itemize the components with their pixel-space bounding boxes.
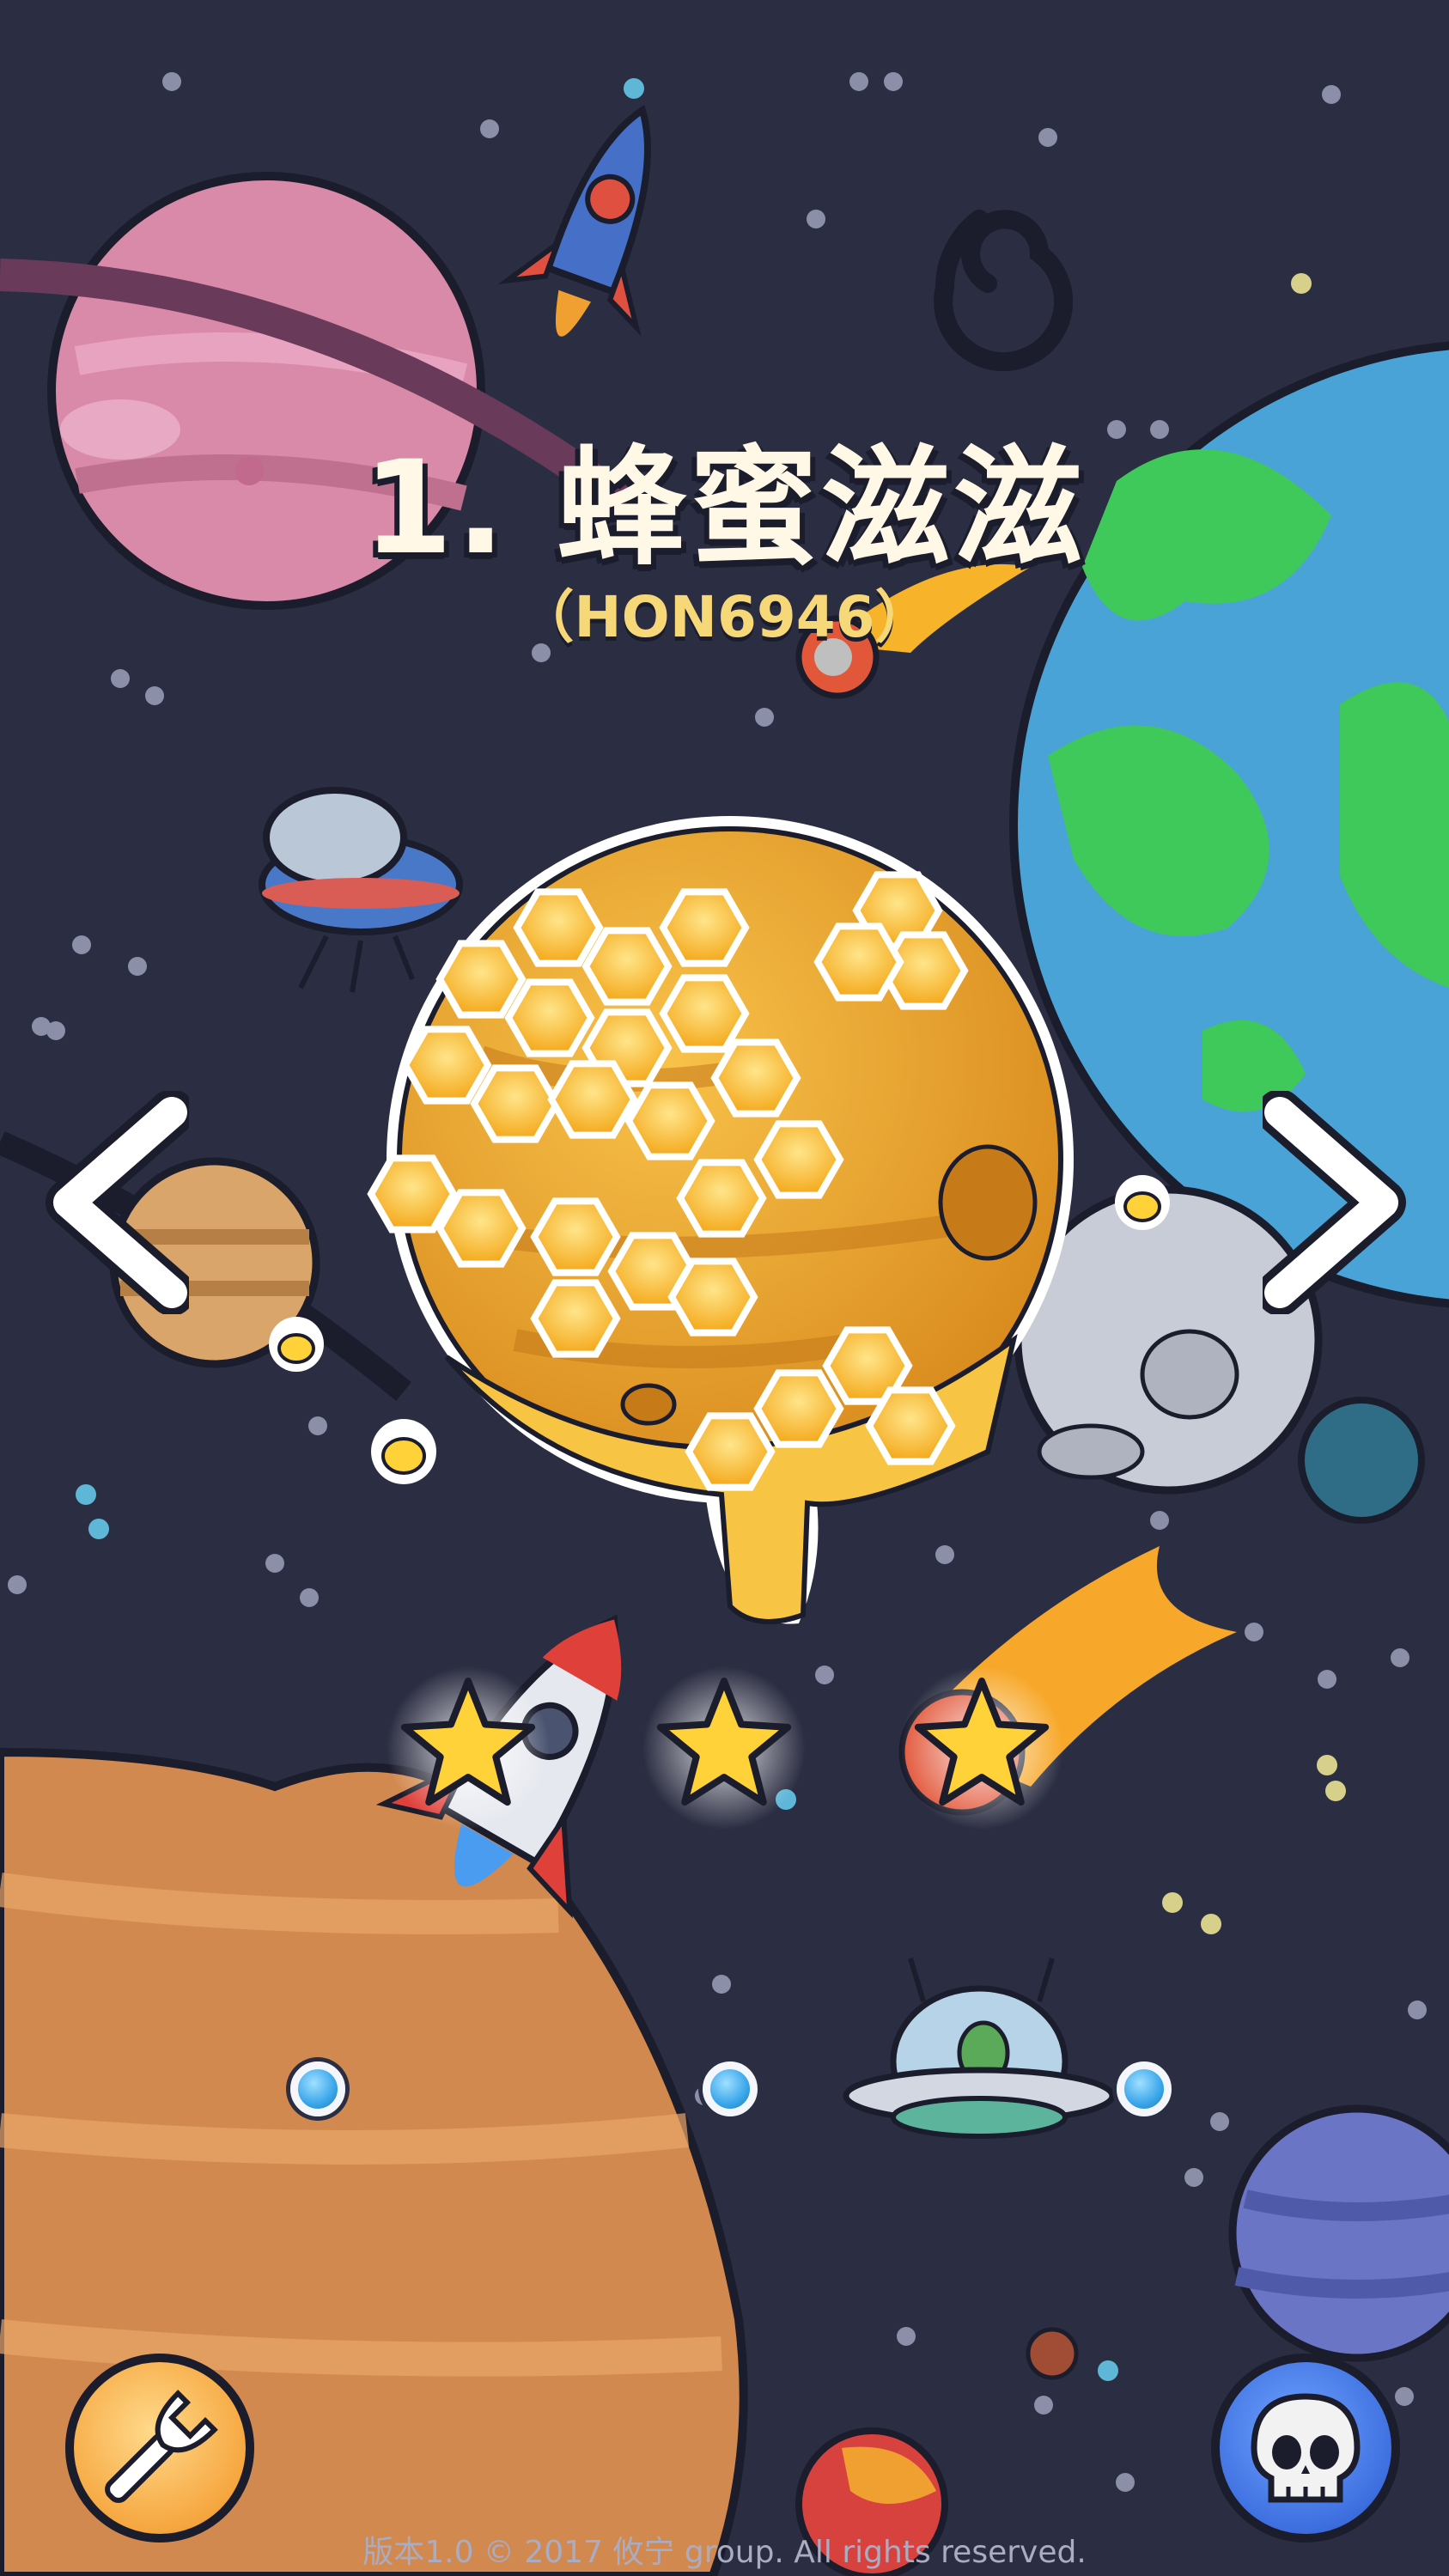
chevron-right-icon xyxy=(1257,1089,1406,1316)
honey-planet xyxy=(367,816,1074,1624)
tiny-red-planet xyxy=(1026,2327,1079,2380)
honeycomb-cell xyxy=(865,1386,956,1465)
honeycomb-cell xyxy=(435,1189,527,1268)
honeycomb-cell xyxy=(530,1197,621,1276)
bee-1 xyxy=(1115,1175,1170,1230)
rating-star-3 xyxy=(896,1658,1068,1830)
page-dot-3[interactable] xyxy=(1117,2061,1172,2116)
honeycomb-cell xyxy=(581,927,673,1006)
space-background xyxy=(0,72,1449,2576)
skull-icon xyxy=(1251,2393,1361,2503)
purple-planet xyxy=(1228,2104,1449,2362)
page-dot-1[interactable] xyxy=(290,2061,345,2116)
honeycomb-cell xyxy=(547,1060,638,1139)
honeycomb-cell xyxy=(504,978,595,1057)
honeycomb-cell xyxy=(470,1064,561,1143)
honeycomb-cell xyxy=(753,1120,844,1199)
bee-2 xyxy=(269,1317,324,1372)
ufo-left xyxy=(259,787,463,993)
honeycomb-cell xyxy=(435,940,527,1019)
honeycomb-cell xyxy=(685,1412,776,1491)
copyright-text: 版本1.0 © 2017 攸宁 group. All rights reserv… xyxy=(362,2535,1087,2570)
bee-3 xyxy=(371,1419,436,1484)
prev-level-button[interactable] xyxy=(43,1089,195,1316)
settings-button[interactable] xyxy=(65,2354,254,2543)
alien-ufo xyxy=(843,1958,1116,2139)
honeycomb-cell xyxy=(676,1159,767,1238)
chevron-left-icon xyxy=(46,1089,195,1316)
level-code: （HON6946） xyxy=(517,584,932,650)
level-title: 1. 蜂蜜滋滋 xyxy=(362,434,1087,583)
wrench-icon xyxy=(105,2390,218,2503)
honeycomb-cell xyxy=(659,888,750,967)
teal-planet xyxy=(1298,1397,1425,1524)
rating-star-1 xyxy=(382,1658,554,1830)
honeycomb-cell xyxy=(659,974,750,1053)
honeycomb-cell xyxy=(401,1026,492,1105)
honeycomb-cell xyxy=(710,1038,801,1117)
honeycomb-cell xyxy=(667,1258,758,1337)
blue-rocket xyxy=(497,105,651,337)
honeycomb-cell xyxy=(530,1279,621,1358)
rating-star-2 xyxy=(638,1658,810,1830)
honeycomb-cell xyxy=(813,923,904,1002)
page-dot-2[interactable] xyxy=(703,2061,758,2116)
next-level-button[interactable] xyxy=(1257,1089,1409,1316)
galaxy-spiral xyxy=(934,210,1074,372)
honeycomb-cell xyxy=(513,888,604,967)
challenge-button[interactable] xyxy=(1211,2354,1400,2543)
honeycomb-cell xyxy=(367,1154,458,1233)
honeycomb-cell xyxy=(753,1369,844,1448)
honeycomb-cell xyxy=(624,1081,715,1160)
